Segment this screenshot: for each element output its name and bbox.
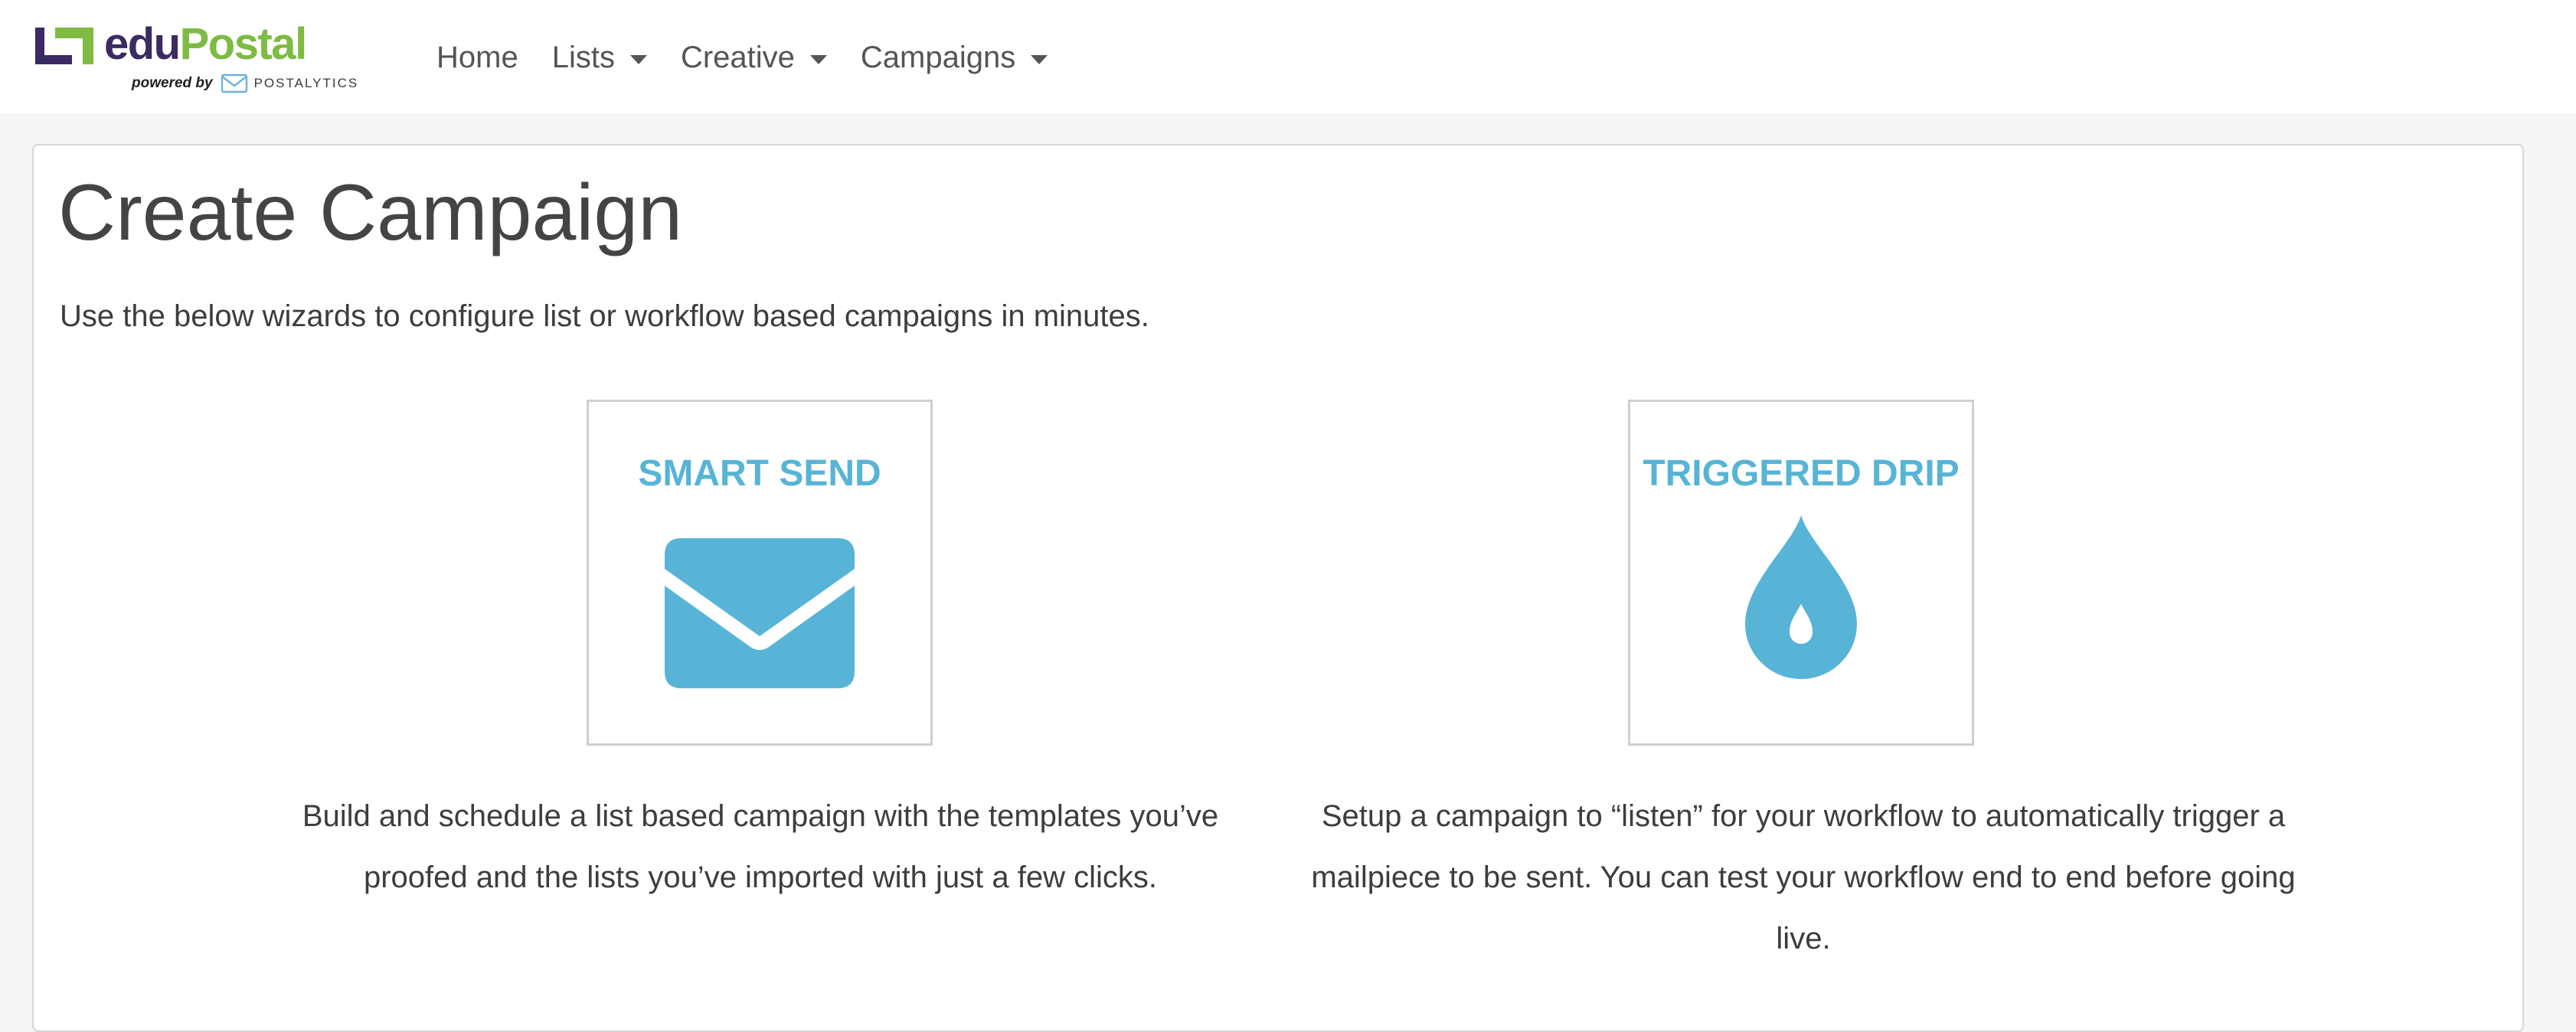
powered-by: powered by POSTALYTICS (132, 70, 358, 96)
caret-down-icon (1031, 55, 1048, 64)
brand-name-part1: edu (104, 19, 181, 69)
brand-logo[interactable]: eduPostal powered by POSTALYTICS (32, 18, 361, 95)
nav-lists-label: Lists (551, 40, 615, 74)
smart-send-title: SMART SEND (638, 453, 881, 494)
nav-lists[interactable]: Lists (535, 31, 664, 84)
page-title: Create Campaign (58, 168, 683, 257)
intro-text: Use the below wizards to configure list … (60, 299, 1149, 333)
smart-send-card[interactable]: SMART SEND (587, 400, 933, 746)
caret-down-icon (809, 55, 827, 64)
nav-campaigns-label: Campaigns (860, 40, 1016, 74)
create-campaign-panel: Create Campaign Use the below wizards to… (32, 144, 2524, 1032)
main-nav: Home Lists Creative Campaigns (420, 31, 1064, 84)
smart-send-description: Build and schedule a list based campaign… (302, 799, 1219, 894)
nav-creative[interactable]: Creative (664, 31, 844, 84)
triggered-drip-title: TRIGGERED DRIP (1643, 453, 1960, 494)
triggered-drip-description: Setup a campaign to “listen” for your wo… (1311, 799, 2296, 955)
powered-by-label: powered by (132, 75, 213, 91)
brand-name-part2: Postal (179, 19, 308, 69)
top-navbar: eduPostal powered by POSTALYTICS Home Li… (0, 0, 2576, 113)
nav-creative-label: Creative (680, 40, 795, 74)
nav-home[interactable]: Home (420, 31, 535, 84)
logo-mark-icon (35, 28, 93, 64)
envelope-outline-icon (221, 73, 247, 93)
partner-name: POSTALYTICS (253, 76, 359, 90)
caret-down-icon (629, 55, 647, 64)
brand-name: eduPostal (104, 17, 308, 72)
nav-campaigns[interactable]: Campaigns (844, 31, 1064, 84)
nav-home-label: Home (436, 40, 518, 74)
envelope-icon (665, 538, 855, 688)
drop-icon (1745, 515, 1857, 679)
triggered-drip-card[interactable]: TRIGGERED DRIP (1628, 400, 1974, 746)
